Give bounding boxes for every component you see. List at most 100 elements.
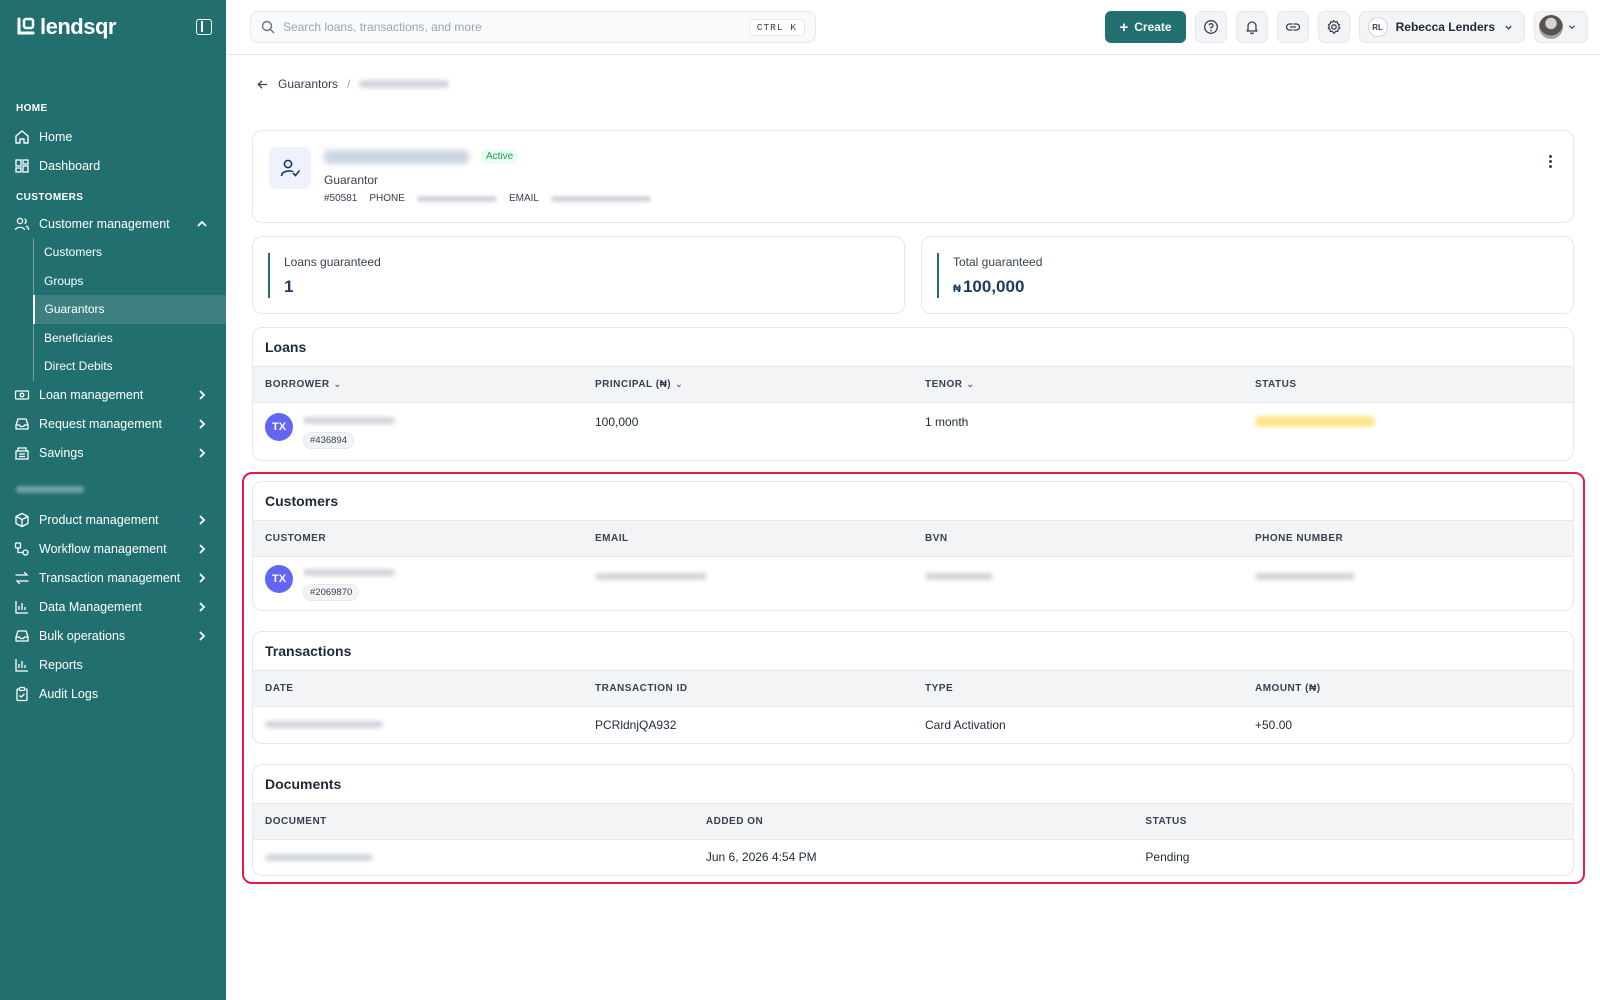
create-button[interactable]: + Create (1105, 11, 1186, 43)
sidebar-item-home[interactable]: Home (0, 122, 226, 151)
borrower-id: #436894 (303, 432, 354, 450)
box-icon (15, 512, 29, 528)
sidebar-header: lendsqr (0, 0, 226, 54)
search-icon (261, 20, 275, 34)
global-search[interactable]: CTRL K (250, 11, 816, 43)
stat-total-guaranteed: Total guaranteed ₦ 100,000 (921, 236, 1574, 314)
table-row[interactable]: TX #436894 100,000 1 month (253, 403, 1573, 460)
stat-accent-bar (937, 253, 939, 298)
chevron-up-icon (197, 220, 207, 227)
notifications-button[interactable] (1235, 11, 1268, 43)
avatar: TX (265, 565, 293, 594)
sidebar-subitem-guarantors[interactable]: Guarantors (32, 295, 226, 324)
phone-value-redacted (416, 195, 497, 202)
sidebar-item-loan-management[interactable]: Loan management (0, 381, 226, 410)
col-amount: AMOUNT (₦) (1243, 670, 1573, 707)
col-borrower[interactable]: BORROWER ⌄ (253, 366, 583, 403)
inbox-icon (15, 630, 29, 642)
col-document-status: STATUS (1133, 802, 1573, 840)
topbar: CTRL K + Create RL Rebecca Lenders (226, 0, 1600, 55)
breadcrumb-current-redacted (359, 80, 450, 88)
settings-button[interactable] (1317, 11, 1350, 43)
topbar-actions: + Create RL Rebecca Lenders (1105, 11, 1588, 43)
grid-icon (15, 158, 29, 173)
chevron-right-icon (199, 448, 206, 458)
sidebar-item-data-management[interactable]: Data Management (0, 593, 226, 622)
sidebar-item-request-management[interactable]: Request management (0, 410, 226, 439)
profile-details: Active Guarantor #50581 PHONE EMAIL (324, 147, 651, 204)
workflow-icon (14, 542, 29, 556)
lendsqr-logo-icon (17, 17, 35, 35)
breadcrumb-guarantors-link[interactable]: Guarantors (278, 77, 338, 91)
document-status-cell: Pending (1145, 850, 1190, 865)
inbox-icon (15, 418, 29, 430)
loans-table: BORROWER ⌄ PRINCIPAL (₦) ⌄ TENOR ⌄ STATUS T… (253, 366, 1573, 460)
table-row[interactable]: PCRldnjQA932 Card Activation +50.00 (253, 707, 1573, 743)
chevron-right-icon (199, 602, 206, 612)
loans-section: Loans BORROWER ⌄ PRINCIPAL (₦) ⌄ TENOR ⌄ ST… (252, 327, 1574, 461)
chevron-right-icon (199, 631, 206, 641)
sidebar-subitem-customers[interactable]: Customers (34, 238, 226, 267)
piggybank-icon (15, 447, 29, 460)
col-transaction-id: TRANSACTION ID (583, 670, 913, 707)
more-options-icon[interactable] (1549, 155, 1553, 168)
organization-switcher[interactable]: RL Rebecca Lenders (1358, 11, 1525, 43)
bell-icon (1245, 21, 1258, 35)
guarantor-profile-card: Active Guarantor #50581 PHONE EMAIL (252, 130, 1574, 223)
chevron-right-icon (199, 515, 206, 525)
sidebar-subitem-groups[interactable]: Groups (34, 267, 226, 296)
sidebar-item-reports[interactable]: Reports (0, 651, 226, 680)
help-button[interactable] (1194, 11, 1227, 43)
email-label: EMAIL (508, 193, 539, 204)
chevron-down-icon: ⌄ (333, 379, 342, 389)
table-row[interactable]: Jun 6, 2026 4:54 PM Pending (253, 839, 1573, 875)
transaction-amount-cell: +50.00 (1255, 717, 1293, 732)
profile-menu[interactable] (1534, 11, 1588, 43)
col-date: DATE (253, 670, 583, 707)
guarantor-id: #50581 (324, 193, 358, 204)
chevron-right-icon (199, 573, 206, 583)
sidebar-item-savings[interactable]: Savings (0, 439, 226, 468)
sidebar-item-customer-management[interactable]: Customer management (0, 209, 226, 238)
profile-icon-box (269, 147, 311, 189)
documents-section: Documents DOCUMENT ADDED ON STATUS Jun 6… (252, 763, 1574, 876)
help-circle-icon (1203, 20, 1218, 34)
customer-name-redacted (303, 569, 395, 577)
col-principal[interactable]: PRINCIPAL (₦) ⌄ (583, 366, 913, 403)
sidebar-subitem-direct-debits[interactable]: Direct Debits (34, 352, 226, 381)
brand-name: lendsqr (40, 14, 116, 39)
search-input[interactable] (283, 20, 741, 34)
sidebar-item-product-management[interactable]: Product management (0, 506, 226, 535)
loans-title: Loans (265, 339, 307, 355)
sidebar-item-bulk-operations[interactable]: Bulk operations (0, 622, 226, 651)
transactions-table: DATE TRANSACTION ID TYPE AMOUNT (₦) PCRl… (253, 670, 1573, 743)
tenor-cell: 1 month (925, 415, 969, 429)
borrower-name-redacted (303, 417, 395, 425)
collapse-sidebar-icon[interactable] (196, 19, 212, 35)
customers-table: CUSTOMER EMAIL BVN PHONE NUMBER TX #2069… (253, 519, 1573, 611)
document-name-redacted[interactable] (265, 853, 373, 861)
principal-cell: 100,000 (595, 415, 639, 429)
sidebar-item-dashboard[interactable]: Dashboard (0, 151, 226, 180)
customers-section: Customers CUSTOMER EMAIL BVN PHONE NUMBE… (252, 480, 1574, 611)
sidebar-subitem-beneficiaries[interactable]: Beneficiaries (34, 324, 226, 353)
nav-section-customers: CUSTOMERS (16, 191, 84, 203)
transaction-date-redacted (265, 721, 383, 729)
avatar: TX (265, 413, 293, 442)
arrow-left-icon[interactable] (256, 78, 269, 91)
users-icon (14, 217, 30, 230)
link-button[interactable] (1276, 11, 1309, 43)
chevron-down-icon: ⌄ (675, 379, 684, 389)
sidebar-item-transaction-management[interactable]: Transaction management (0, 564, 226, 593)
plus-icon: + (1119, 18, 1129, 36)
transactions-title: Transactions (265, 643, 352, 659)
col-type: TYPE (913, 670, 1243, 707)
brand-logo[interactable]: lendsqr (16, 14, 116, 40)
stat-loans-guaranteed: Loans guaranteed 1 (252, 236, 905, 314)
col-tenor[interactable]: TENOR ⌄ (913, 366, 1243, 403)
sidebar-item-audit-logs[interactable]: Audit Logs (0, 680, 226, 709)
stat-accent-bar (268, 253, 270, 298)
organization-name: Rebecca Lenders (1395, 20, 1495, 34)
sidebar-item-workflow-management[interactable]: Workflow management (0, 535, 226, 564)
table-row[interactable]: TX #2069870 (253, 556, 1573, 610)
